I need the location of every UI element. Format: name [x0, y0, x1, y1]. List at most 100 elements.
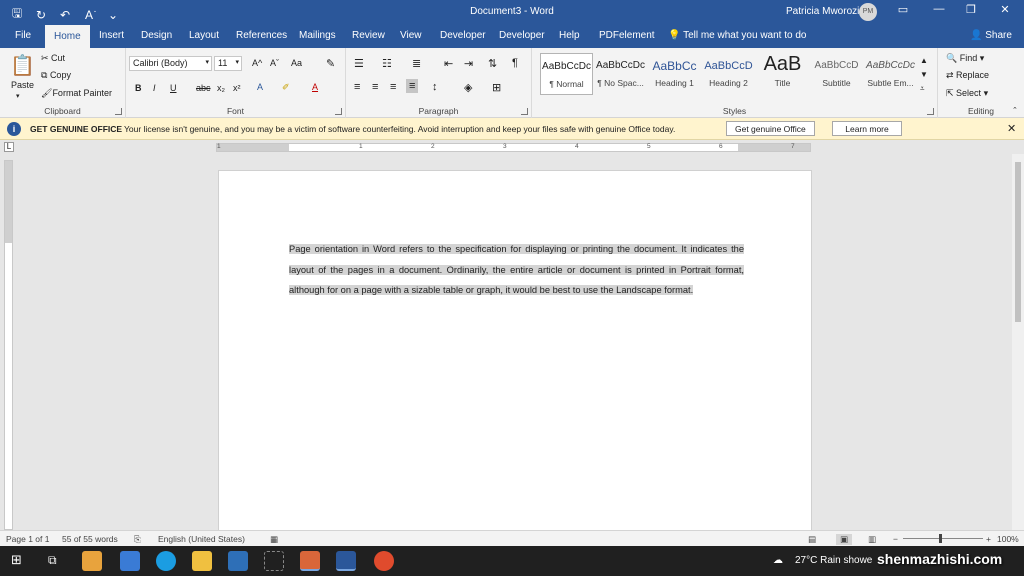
align-center-icon[interactable]: ≡ — [372, 81, 378, 93]
tab-layout[interactable]: Layout — [189, 30, 219, 41]
tell-me-search[interactable]: 💡 Tell me what you want to do — [668, 30, 806, 41]
grow-font-button[interactable]: A^ — [252, 58, 262, 68]
read-mode-icon[interactable]: ▤ — [808, 534, 816, 545]
sort-icon[interactable]: ⇅ — [488, 57, 497, 70]
weather-icon[interactable]: ☁ — [773, 555, 783, 566]
ribbon-display-icon[interactable]: ▭ — [888, 3, 918, 16]
shrink-font-button[interactable]: Aˇ — [270, 58, 279, 68]
find-button[interactable]: 🔍 Find ▾ — [946, 53, 984, 64]
edge-icon[interactable] — [156, 551, 176, 571]
superscript-button[interactable]: x² — [233, 83, 241, 93]
scrollbar-thumb[interactable] — [1015, 162, 1021, 322]
highlight-icon[interactable]: ✐ — [282, 82, 290, 93]
style-subtitle[interactable]: AaBbCcD Subtitle — [810, 53, 863, 95]
file-explorer-icon[interactable] — [192, 551, 212, 571]
restore-icon[interactable]: ❐ — [956, 3, 986, 16]
style-title[interactable]: AaB Title — [756, 53, 809, 95]
italic-button[interactable]: I — [153, 83, 156, 93]
style-heading-1[interactable]: AaBbCc Heading 1 — [648, 53, 701, 95]
tab-design[interactable]: Design — [141, 30, 172, 41]
zoom-slider[interactable] — [903, 538, 983, 539]
clipboard-launcher-icon[interactable] — [115, 108, 122, 115]
style-heading-2[interactable]: AaBbCcD Heading 2 — [702, 53, 755, 95]
paste-button[interactable]: Paste — [11, 80, 34, 90]
selected-text[interactable]: Page orientation in Word refers to the s… — [289, 244, 744, 295]
borders-icon[interactable]: ⊞ — [492, 81, 501, 94]
font-color-button[interactable]: A — [312, 82, 318, 92]
collapse-ribbon-icon[interactable]: ⌃ — [1012, 106, 1018, 114]
weather-status[interactable]: 27°C Rain showe — [795, 555, 872, 566]
tab-view[interactable]: View — [400, 30, 422, 41]
page-count[interactable]: Page 1 of 1 — [6, 534, 49, 544]
tab-help[interactable]: Help — [559, 30, 580, 41]
mail-icon[interactable] — [120, 551, 140, 571]
task-view-icon[interactable]: ⧉ — [48, 553, 57, 568]
paragraph-launcher-icon[interactable] — [521, 108, 528, 115]
align-left-icon[interactable]: ≡ — [354, 81, 360, 93]
copy-button[interactable]: ⧉ Copy — [41, 70, 71, 81]
close-banner-icon[interactable]: ✕ — [1007, 122, 1016, 135]
windows-start-icon[interactable]: ⊞ — [11, 552, 22, 568]
justify-icon[interactable]: ≡ — [406, 79, 419, 93]
avatar[interactable]: PM — [859, 3, 877, 21]
tab-developer-2[interactable]: Developer — [499, 30, 545, 41]
app-icon[interactable] — [300, 551, 320, 571]
tab-references[interactable]: References — [236, 30, 287, 41]
style-subtle-emphasis[interactable]: AaBbCcDc Subtle Em... — [864, 53, 917, 95]
tab-review[interactable]: Review — [352, 30, 385, 41]
tab-insert[interactable]: Insert — [99, 30, 124, 41]
document-paragraph[interactable]: Page orientation in Word refers to the s… — [289, 239, 744, 301]
vertical-scrollbar[interactable] — [1012, 154, 1024, 530]
minimize-icon[interactable]: — — [924, 3, 954, 15]
styles-scroll-down-icon[interactable]: ▼ — [920, 70, 928, 79]
select-button[interactable]: ⇱ Select ▾ — [946, 88, 988, 99]
word-count[interactable]: 55 of 55 words — [62, 534, 118, 544]
format-painter-button[interactable]: 🖌Format Painter — [41, 88, 112, 99]
cut-button[interactable]: ✂ Cut — [41, 53, 65, 64]
styles-scroll-up-icon[interactable]: ▲ — [920, 56, 928, 65]
accessibility-icon[interactable]: ▦ — [270, 534, 278, 545]
styles-more-icon[interactable]: ⩡ — [920, 84, 925, 94]
tab-home[interactable]: Home — [45, 25, 90, 48]
strikethrough-button[interactable]: abc — [196, 83, 211, 93]
zoom-in-icon[interactable]: + — [986, 534, 991, 544]
multilevel-list-icon[interactable]: ≣ — [412, 57, 421, 70]
store-icon[interactable] — [82, 551, 102, 571]
word-icon[interactable] — [336, 551, 356, 571]
tab-pdfelement[interactable]: PDFelement — [599, 30, 655, 41]
change-case-button[interactable]: Aa — [291, 58, 302, 68]
style-normal[interactable]: AaBbCcDc ¶ Normal — [540, 53, 593, 95]
paste-dropdown-icon[interactable]: ▾ — [16, 92, 20, 100]
bold-button[interactable]: B — [135, 83, 142, 93]
font-launcher-icon[interactable] — [335, 108, 342, 115]
calculator-icon[interactable] — [228, 551, 248, 571]
style-no-spacing[interactable]: AaBbCcDc ¶ No Spac... — [594, 53, 647, 95]
increase-indent-icon[interactable]: ⇥ — [464, 57, 473, 70]
bullets-icon[interactable]: ☰ — [354, 57, 364, 70]
tab-file[interactable]: File — [15, 30, 31, 41]
subscript-button[interactable]: x₂ — [217, 83, 225, 93]
chrome-icon[interactable] — [374, 551, 394, 571]
vertical-ruler[interactable] — [4, 160, 13, 530]
shading-icon[interactable]: ◈ — [464, 81, 472, 94]
text-effects-icon[interactable]: A — [257, 82, 263, 92]
get-genuine-office-button[interactable]: Get genuine Office — [726, 121, 815, 136]
snipping-tool-icon[interactable] — [264, 551, 284, 571]
tab-selector-icon[interactable]: L — [4, 142, 14, 152]
learn-more-button[interactable]: Learn more — [832, 121, 902, 136]
clear-formatting-icon[interactable]: ✎ — [326, 57, 335, 70]
show-marks-icon[interactable]: ¶ — [512, 57, 518, 69]
horizontal-ruler[interactable]: 1 1 2 3 4 5 6 7 — [216, 143, 811, 152]
print-layout-icon[interactable]: ▣ — [836, 534, 853, 545]
zoom-out-icon[interactable]: − — [893, 534, 898, 544]
zoom-level[interactable]: 100% — [997, 534, 1019, 544]
close-window-icon[interactable]: ✕ — [990, 3, 1020, 16]
font-name-select[interactable]: Calibri (Body) ▾ — [129, 56, 212, 71]
user-name[interactable]: Patricia Mworozi — [786, 6, 859, 17]
share-button[interactable]: 👤 Share — [970, 30, 1012, 41]
underline-button[interactable]: U — [170, 83, 177, 93]
tab-mailings[interactable]: Mailings — [299, 30, 336, 41]
decrease-indent-icon[interactable]: ⇤ — [444, 57, 453, 70]
paste-icon[interactable]: 📋 — [10, 53, 35, 78]
replace-button[interactable]: ⇄ Replace — [946, 70, 989, 81]
